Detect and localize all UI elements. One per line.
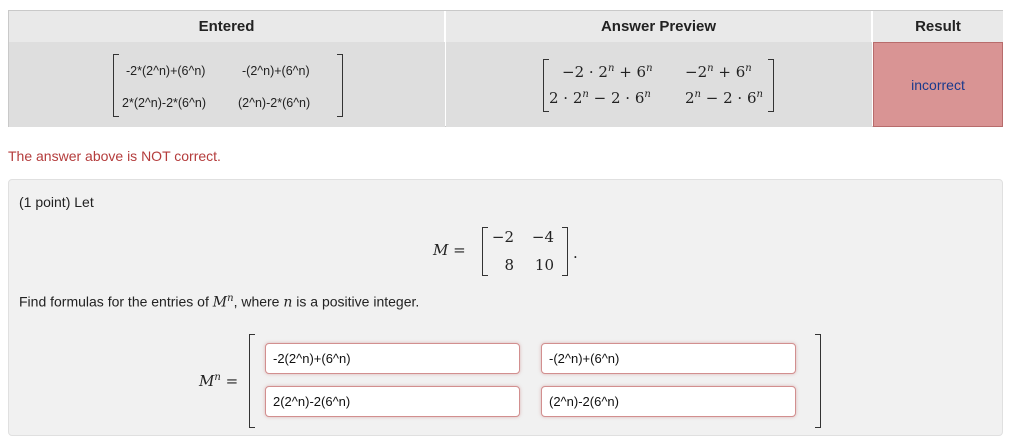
problem-box: (1 point) Let M M == −2 −4 8 10 . Find f… — [8, 179, 1003, 436]
matrix-r2c2: 10 — [534, 256, 554, 274]
results-table: Entered Answer Preview Result -2*(2^n)+(… — [8, 10, 1003, 127]
preview-r1c2: −2n + 6n — [685, 63, 752, 81]
answer-input-r2c1[interactable] — [265, 386, 520, 417]
matrix-period: . — [573, 244, 578, 262]
answer-input-r1c2[interactable] — [541, 343, 796, 374]
feedback-message: The answer above is NOT correct. — [8, 148, 221, 164]
preview-r2c1: 2 · 2n − 2 · 6n — [549, 89, 651, 107]
preview-bracket-right — [768, 59, 774, 112]
answer-matrix-label: Mn = — [199, 372, 239, 390]
matrix-r2c1: 8 — [504, 256, 514, 274]
answer-input-r1c1[interactable] — [265, 343, 520, 374]
entered-r1c1: -2*(2^n)+(6^n) — [126, 64, 206, 78]
entered-bracket-left — [113, 54, 119, 117]
answer-input-r2c2[interactable] — [541, 386, 796, 417]
result-status: incorrect — [911, 76, 965, 93]
entered-bracket-right — [337, 54, 343, 117]
answer-preview-cell: −2 · 2n + 6n −2n + 6n 2 · 2n − 2 · 6n 2n… — [446, 42, 872, 127]
preview-r2c2: 2n − 2 · 6n — [685, 89, 763, 107]
problem-instruction: Find formulas for the entries of Mn, whe… — [19, 293, 420, 311]
matrix-bracket-right — [562, 227, 568, 276]
preview-r1c1: −2 · 2n + 6n — [562, 63, 653, 81]
header-answer-preview: Answer Preview — [446, 11, 872, 42]
answer-bracket-left — [249, 334, 255, 428]
problem-points: (1 point) Let — [19, 194, 94, 210]
entered-r2c2: (2^n)-2*(6^n) — [238, 96, 311, 110]
entered-cell: -2*(2^n)+(6^n) -(2^n)+(6^n) 2*(2^n)-2*(6… — [9, 42, 445, 127]
result-cell: incorrect — [873, 42, 1003, 127]
matrix-r1c2: −4 — [531, 228, 554, 246]
header-entered: Entered — [9, 11, 445, 42]
entered-r1c2: -(2^n)+(6^n) — [242, 64, 310, 78]
entered-r2c1: 2*(2^n)-2*(6^n) — [122, 96, 206, 110]
matrix-label: M M == — [433, 241, 466, 259]
matrix-r1c1: −2 — [491, 228, 514, 246]
header-result: Result — [873, 11, 1003, 42]
answer-bracket-right — [815, 334, 821, 428]
